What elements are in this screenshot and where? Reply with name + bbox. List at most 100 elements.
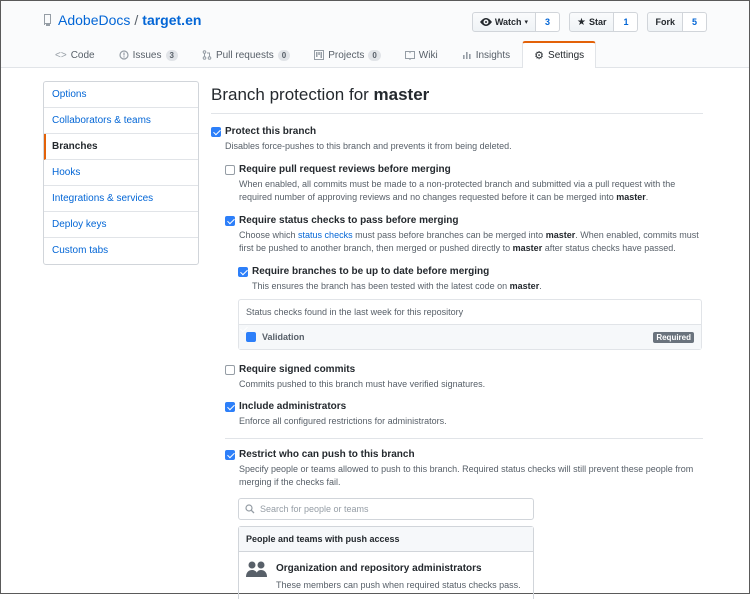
sidebar-item-options[interactable]: Options xyxy=(44,82,198,108)
watch-group: Watch ▾ 3 xyxy=(471,12,560,32)
signed-commits-note: Commits pushed to this branch must have … xyxy=(239,379,486,389)
require-reviews-option: Require pull request reviews before merg… xyxy=(225,164,703,204)
pull-request-icon xyxy=(202,50,212,60)
search-icon xyxy=(245,504,255,514)
repo-icon xyxy=(44,14,51,26)
page-title: Branch protection for master xyxy=(211,85,703,114)
section-divider xyxy=(225,438,703,439)
gear-icon: ⚙ xyxy=(534,50,545,62)
people-teams-search[interactable]: Search for people or teams xyxy=(238,498,534,520)
issues-count-badge: 3 xyxy=(165,49,178,61)
up-to-date-note: This ensures the branch has been tested … xyxy=(252,281,542,291)
watch-label: Watch xyxy=(494,17,522,27)
fork-label: Fork xyxy=(655,17,675,27)
require-status-checks-option: Require status checks to pass before mer… xyxy=(225,215,703,255)
status-checks-header: Status checks found in the last week for… xyxy=(239,300,701,325)
tab-projects[interactable]: Projects 0 xyxy=(302,41,393,68)
restrict-push-checkbox[interactable] xyxy=(225,450,235,460)
watch-button[interactable]: Watch ▾ xyxy=(471,12,536,32)
push-access-entry-title: Organization and repository administrato… xyxy=(276,563,482,574)
tab-code[interactable]: <> Code xyxy=(43,41,107,68)
repo-actions: Watch ▾ 3 ★ Star 1 Fork 5 xyxy=(471,12,707,32)
require-status-checks-label: Require status checks to pass before mer… xyxy=(239,215,459,226)
protect-branch-note: Disables force-pushes to this branch and… xyxy=(225,141,512,151)
star-label: Star xyxy=(588,17,607,27)
tab-label: Code xyxy=(70,49,95,61)
protect-branch-checkbox[interactable] xyxy=(211,127,221,137)
up-to-date-label: Require branches to be up to date before… xyxy=(252,266,490,277)
up-to-date-option: Require branches to be up to date before… xyxy=(238,266,703,293)
push-access-entry-desc: These members can push when required sta… xyxy=(276,580,521,590)
issue-icon xyxy=(118,50,129,60)
sidebar-item-custom-tabs[interactable]: Custom tabs xyxy=(44,238,198,264)
tab-label: Wiki xyxy=(418,49,438,61)
tab-wiki[interactable]: Wiki xyxy=(393,41,450,68)
tab-insights[interactable]: Insights xyxy=(450,41,522,68)
protect-branch-option: Protect this branch Disables force-pushe… xyxy=(211,126,703,153)
graph-icon xyxy=(462,52,471,59)
include-admins-label: Include administrators xyxy=(239,401,347,412)
require-status-checks-note: Choose which status checks must pass bef… xyxy=(239,230,699,253)
tab-label: Settings xyxy=(548,50,585,61)
tab-settings[interactable]: ⚙ Settings xyxy=(522,41,597,68)
branch-protection-main: Branch protection for master Protect thi… xyxy=(211,81,703,599)
tab-label: Projects xyxy=(328,49,365,61)
people-icon xyxy=(246,561,267,577)
tab-pull-requests[interactable]: Pull requests 0 xyxy=(190,41,302,68)
sidebar-item-collaborators[interactable]: Collaborators & teams xyxy=(44,108,198,134)
restrict-push-note: Specify people or teams allowed to push … xyxy=(239,464,694,487)
signed-commits-option: Require signed commits Commits pushed to… xyxy=(225,364,703,391)
require-reviews-label: Require pull request reviews before merg… xyxy=(239,164,451,175)
book-icon xyxy=(404,51,415,60)
tab-issues[interactable]: Issues 3 xyxy=(107,41,190,68)
star-group: ★ Star 1 xyxy=(569,12,639,32)
sidebar-item-integrations[interactable]: Integrations & services xyxy=(44,186,198,212)
sidebar-item-hooks[interactable]: Hooks xyxy=(44,160,198,186)
tab-label: Issues xyxy=(132,49,162,61)
branch-name: master xyxy=(373,85,430,104)
project-icon xyxy=(314,50,325,60)
include-admins-option: Include administrators Enforce all confi… xyxy=(225,401,703,428)
require-status-checks-checkbox[interactable] xyxy=(225,216,235,226)
code-icon: <> xyxy=(55,49,67,61)
repo-separator: / xyxy=(134,12,139,28)
restrict-push-option: Restrict who can push to this branch Spe… xyxy=(225,449,703,489)
repo-name-link[interactable]: target.en xyxy=(142,12,201,28)
status-checks-box: Status checks found in the last week for… xyxy=(238,299,702,350)
protect-branch-label: Protect this branch xyxy=(225,126,317,137)
require-reviews-checkbox[interactable] xyxy=(225,165,235,175)
up-to-date-checkbox[interactable] xyxy=(238,267,248,277)
settings-sidebar: Options Collaborators & teams Branches H… xyxy=(43,81,199,265)
status-check-row: Validation Required xyxy=(239,325,701,349)
include-admins-checkbox[interactable] xyxy=(225,402,235,412)
validation-label: Validation xyxy=(262,332,305,342)
repo-tabs: <> Code Issues 3 Pull requests 0 Project… xyxy=(43,41,597,68)
push-access-box: People and teams with push access Organi… xyxy=(238,526,534,599)
pull-requests-count-badge: 0 xyxy=(277,49,291,61)
star-count[interactable]: 1 xyxy=(614,12,639,32)
fork-button[interactable]: Fork xyxy=(647,12,683,32)
search-placeholder: Search for people or teams xyxy=(260,504,369,514)
signed-commits-label: Require signed commits xyxy=(239,364,356,375)
tab-label: Insights xyxy=(475,49,511,61)
star-button[interactable]: ★ Star xyxy=(569,12,615,32)
sidebar-item-branches[interactable]: Branches xyxy=(44,134,198,160)
signed-commits-checkbox[interactable] xyxy=(225,365,235,375)
repo-title: AdobeDocs / target.en xyxy=(43,12,201,28)
projects-count-badge: 0 xyxy=(368,49,381,61)
caret-down-icon: ▾ xyxy=(524,19,528,26)
repo-owner-link[interactable]: AdobeDocs xyxy=(58,12,130,28)
push-access-header: People and teams with push access xyxy=(239,527,533,552)
restrict-push-label: Restrict who can push to this branch xyxy=(239,449,415,460)
fork-group: Fork 5 xyxy=(647,12,707,32)
tab-label: Pull requests xyxy=(215,49,274,61)
star-icon: ★ xyxy=(577,16,586,28)
watch-count[interactable]: 3 xyxy=(536,12,560,32)
require-reviews-note: When enabled, all commits must be made t… xyxy=(239,179,676,202)
required-badge: Required xyxy=(653,331,694,343)
status-checks-link[interactable]: status checks xyxy=(298,230,353,240)
validation-checkbox[interactable] xyxy=(246,332,256,342)
sidebar-item-deploy-keys[interactable]: Deploy keys xyxy=(44,212,198,238)
eye-icon xyxy=(479,18,492,26)
fork-count[interactable]: 5 xyxy=(683,12,707,32)
